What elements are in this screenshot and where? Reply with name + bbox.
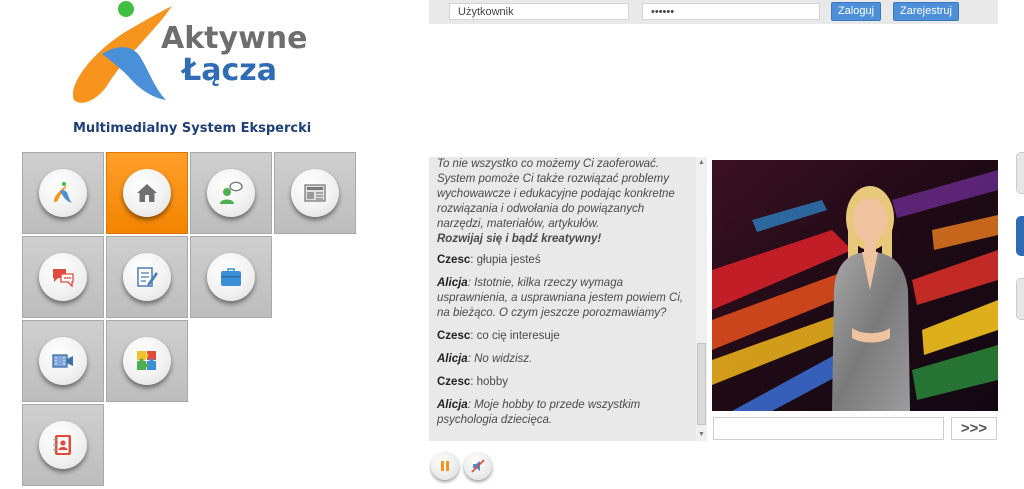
tile-contacts[interactable] — [22, 404, 104, 486]
tile-video[interactable] — [22, 320, 104, 402]
contacts-book-icon — [53, 435, 71, 455]
chat-scrollbar[interactable]: ▲ ▼ — [696, 157, 707, 441]
speaker-muted-icon — [471, 459, 485, 473]
scroll-up-arrow-icon[interactable]: ▲ — [696, 158, 707, 168]
intro-strong-text: Rozwijaj się i bądź kreatywny! — [437, 233, 602, 245]
chat-message: Czesc: hobby — [437, 375, 689, 390]
login-button[interactable]: Zaloguj — [831, 2, 881, 21]
message-text: : Moje hobby to przede wszystkim psychol… — [437, 399, 641, 426]
svg-text:Łącza: Łącza — [180, 53, 277, 88]
news-icon — [304, 184, 326, 202]
tile-circle — [123, 253, 171, 301]
chat-message: Czesc: co cię interesuje — [437, 329, 689, 344]
tile-circle — [39, 169, 87, 217]
tile-circle — [39, 337, 87, 385]
edit-document-icon — [137, 267, 158, 287]
avatar-video-frame — [712, 160, 998, 411]
message-text: : Istotnie, kilka rzeczy wymaga usprawni… — [437, 277, 684, 319]
intro-text: To nie wszystko co możemy Ci zaoferować.… — [437, 158, 675, 230]
tile-briefcase[interactable] — [190, 236, 272, 318]
chat-bubbles-icon — [53, 269, 74, 288]
tile-grid — [22, 152, 362, 489]
side-tab-blue[interactable] — [1016, 216, 1024, 256]
mute-button[interactable] — [464, 452, 492, 480]
logo-icon — [54, 182, 72, 203]
tile-circle — [123, 169, 171, 217]
chat-log[interactable]: To nie wszystko co możemy Ci zaoferować.… — [429, 157, 697, 441]
briefcase-icon — [221, 268, 241, 286]
side-tab-bottom[interactable] — [1016, 278, 1024, 320]
message-text: : No widzisz. — [467, 353, 533, 365]
password-input[interactable] — [642, 3, 820, 20]
login-bar: Zaloguj Zarejestruj — [429, 0, 998, 24]
message-speaker: Alicja — [437, 277, 468, 289]
message-speaker: Czesc — [437, 330, 471, 342]
message-speaker: Alicja — [437, 353, 468, 365]
svg-text:Aktywne: Aktywne — [161, 21, 307, 56]
chat-message: Alicja: No widzisz. — [437, 352, 689, 367]
chat-input[interactable] — [713, 417, 944, 440]
tile-news[interactable] — [274, 152, 356, 234]
aktywne-lacza-logo[interactable]: Aktywne Łącza — [60, 0, 310, 120]
tile-edit-document[interactable] — [106, 236, 188, 318]
scroll-thumb[interactable] — [697, 343, 706, 425]
scroll-down-arrow-icon[interactable]: ▼ — [696, 430, 707, 440]
pause-button[interactable] — [431, 452, 459, 480]
tile-circle — [39, 421, 87, 469]
home-icon — [137, 184, 157, 202]
username-input[interactable] — [449, 3, 629, 20]
tile-circle — [39, 253, 87, 301]
chat-message: Alicja: Moje hobby to przede wszystkim p… — [437, 398, 689, 428]
tile-home[interactable] — [106, 152, 188, 234]
message-text: : hobby — [470, 376, 508, 388]
avatar-video[interactable] — [712, 160, 998, 411]
consultant-icon — [220, 181, 243, 204]
message-speaker: Czesc — [437, 376, 471, 388]
video-icon — [52, 354, 73, 368]
tile-circle — [207, 253, 255, 301]
register-button[interactable]: Zarejestruj — [893, 2, 959, 21]
message-speaker: Czesc — [437, 254, 471, 266]
pause-icon — [441, 461, 449, 471]
chat-messages: To nie wszystko co możemy Ci zaoferować.… — [429, 157, 697, 428]
chat-message: Alicja: Istotnie, kilka rzeczy wymaga us… — [437, 276, 689, 321]
tile-circle — [207, 169, 255, 217]
message-text: : co cię interesuje — [470, 330, 560, 342]
logo-subtitle: Multimedialny System Ekspercki — [73, 121, 312, 136]
tile-chat[interactable] — [22, 236, 104, 318]
chat-message: Czesc: głupia jesteś — [437, 253, 689, 268]
tile-puzzle[interactable] — [106, 320, 188, 402]
intro-message: To nie wszystko co możemy Ci zaoferować.… — [437, 157, 689, 247]
message-text: : głupia jesteś — [470, 254, 541, 266]
message-speaker: Alicja — [437, 399, 468, 411]
puzzle-icon — [137, 351, 156, 370]
tile-circle — [291, 169, 339, 217]
send-button[interactable]: >>> — [951, 417, 997, 440]
tile-circle — [123, 337, 171, 385]
tile-logo[interactable] — [22, 152, 104, 234]
side-tab-top[interactable] — [1016, 152, 1024, 194]
tile-consultant[interactable] — [190, 152, 272, 234]
